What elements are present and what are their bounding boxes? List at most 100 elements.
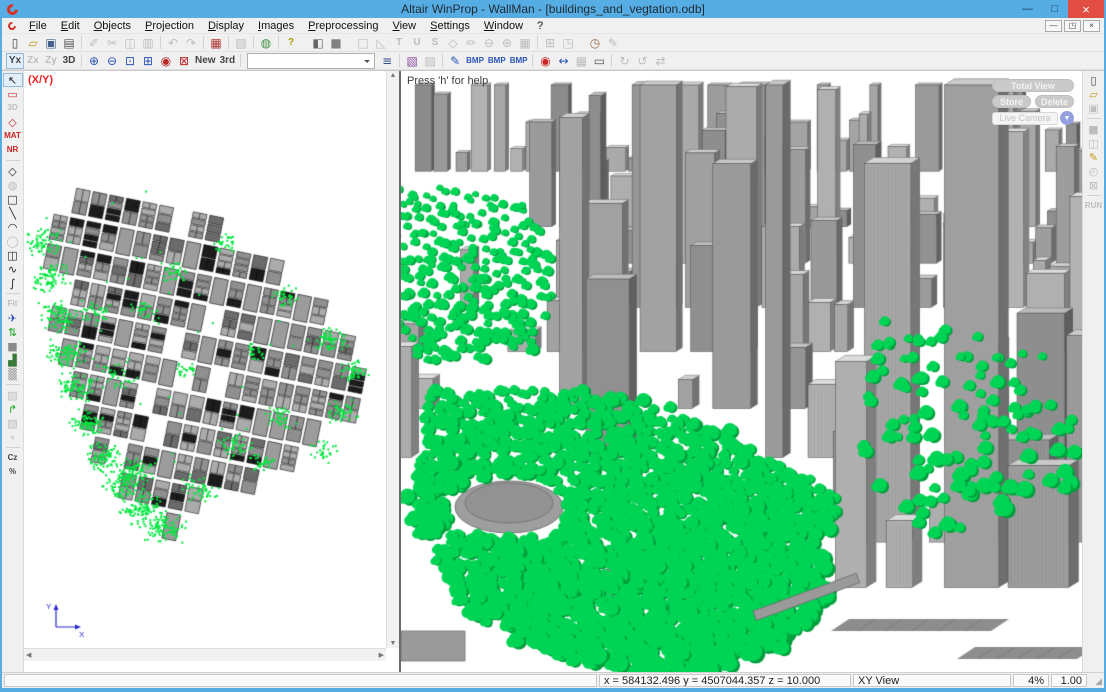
close-button[interactable]: × xyxy=(1068,0,1104,18)
open-file-button[interactable]: ▱ xyxy=(24,35,42,51)
horizontal-scrollbar[interactable]: ◀ ▶ xyxy=(24,648,386,661)
mdi-restore-button[interactable]: ◳ xyxy=(1064,20,1081,32)
cut-button[interactable]: ✂ xyxy=(103,35,121,51)
new-view-button[interactable]: New xyxy=(193,53,218,69)
rotate-ccw-button[interactable]: ↺ xyxy=(633,53,651,69)
knife-tool-button[interactable]: ✐ xyxy=(85,35,103,51)
bmp-save-button[interactable]: BMP xyxy=(508,53,530,69)
store-button[interactable]: Store xyxy=(992,95,1031,108)
menu-display[interactable]: Display xyxy=(201,19,251,33)
draw-ellipse-tool-button[interactable]: ◯ xyxy=(3,234,23,248)
edit-mode-button[interactable]: ✎ xyxy=(604,35,622,51)
draw-spline-tool-button[interactable]: ∫ xyxy=(3,276,23,290)
draw-arc-tool-button[interactable]: ◠ xyxy=(3,220,23,234)
menu-images[interactable]: Images xyxy=(251,19,301,33)
zoom-extend-button[interactable]: ⊞ xyxy=(139,53,157,69)
redo-button[interactable]: ↷ xyxy=(182,35,200,51)
scroll-right-icon[interactable]: ▶ xyxy=(377,650,386,660)
view-xy-button[interactable]: Yx xyxy=(6,53,24,69)
view-3d-canvas[interactable] xyxy=(401,71,1082,672)
preview-window-button[interactable]: ◳ xyxy=(559,35,577,51)
copy-button[interactable]: ◫ xyxy=(121,35,139,51)
live-camera-field[interactable]: Live Camera xyxy=(992,112,1058,125)
draw-lshape-button[interactable]: ◺ xyxy=(372,35,390,51)
panel-toggle-button[interactable]: ◧ xyxy=(309,35,327,51)
polygon-select-tool-button[interactable]: ◇ xyxy=(3,115,23,129)
draw-box-tool-button[interactable]: ◫ xyxy=(3,248,23,262)
bmp-export-button[interactable]: BMP xyxy=(464,53,486,69)
screenshot-button[interactable]: ▭ xyxy=(590,53,608,69)
edit-db-button[interactable]: ✎ xyxy=(1084,150,1104,164)
zoom-in-button[interactable]: ⊕ xyxy=(85,53,103,69)
settings-db-button[interactable]: ◴ xyxy=(1084,164,1104,178)
view-3d-tool-button[interactable]: 3D xyxy=(3,101,23,115)
time-control-button[interactable]: ◷ xyxy=(586,35,604,51)
pick-tool-button[interactable]: ✎ xyxy=(446,53,464,69)
total-view-button[interactable]: Total View xyxy=(992,79,1074,92)
building-tool-button[interactable]: ▟ xyxy=(3,353,23,367)
vegetation-height-button[interactable]: ⇅ xyxy=(3,325,23,339)
pattern-button[interactable]: ▧ xyxy=(3,416,23,430)
convert-db-button[interactable]: ◫ xyxy=(1084,136,1104,150)
draw-line-tool-button[interactable]: ╲ xyxy=(3,206,23,220)
draw-rectangle-button[interactable]: □ xyxy=(354,35,372,51)
menu-file[interactable]: File xyxy=(22,19,54,33)
menu-view[interactable]: View xyxy=(385,19,423,33)
bmp-copy-button[interactable]: BMP xyxy=(486,53,508,69)
draw-image-button[interactable]: ▦ xyxy=(516,35,534,51)
material-tool-button[interactable]: MAT xyxy=(3,129,23,143)
draw-polyline-tool-button[interactable]: ∿ xyxy=(3,262,23,276)
zoom-out-button[interactable]: ⊖ xyxy=(103,53,121,69)
flip-button[interactable]: ⇄ xyxy=(651,53,669,69)
draw-polygon-tool-button[interactable]: ◇ xyxy=(3,164,23,178)
draw-cylinder-button[interactable]: ⊖ xyxy=(480,35,498,51)
draw-ushape-button[interactable]: U xyxy=(408,35,426,51)
mdi-close-button[interactable]: × xyxy=(1083,20,1100,32)
percent-button[interactable]: % xyxy=(3,465,23,479)
object-select-combobox[interactable] xyxy=(247,53,375,69)
split-horizontal-button[interactable]: ⊞ xyxy=(541,35,559,51)
map-2d-canvas[interactable] xyxy=(24,71,386,648)
menu-settings[interactable]: Settings xyxy=(423,19,477,33)
camera-fly-button[interactable]: ✈ xyxy=(3,311,23,325)
new-file-button[interactable]: ▯ xyxy=(6,35,24,51)
draw-rectangle-tool-button[interactable]: □ xyxy=(3,192,23,206)
new-project-button[interactable]: ▯ xyxy=(1084,73,1104,87)
view-zy-button[interactable]: Zy xyxy=(42,53,60,69)
zoom-selection-button[interactable]: ◉ xyxy=(157,53,175,69)
draw-sshape-button[interactable]: S xyxy=(426,35,444,51)
paste-button[interactable]: ▥ xyxy=(139,35,157,51)
open-project-button[interactable]: ▱ xyxy=(1084,87,1104,101)
help-button[interactable]: ? xyxy=(282,35,300,51)
delete-button[interactable]: Delete xyxy=(1035,95,1074,108)
marker-button[interactable]: ◉ xyxy=(536,53,554,69)
scroll-down-icon[interactable]: ▼ xyxy=(388,639,399,648)
resize-grip[interactable]: ◢ xyxy=(1089,674,1102,687)
points-button[interactable]: ∘ xyxy=(3,430,23,444)
undo-button[interactable]: ↶ xyxy=(164,35,182,51)
layers-button[interactable]: ≡ xyxy=(378,53,396,69)
select-area-tool-button[interactable]: ▭ xyxy=(3,87,23,101)
menu-projection[interactable]: Projection xyxy=(138,19,201,33)
menu-preprocessing[interactable]: Preprocessing xyxy=(301,19,385,33)
view-3d-button[interactable]: 3D xyxy=(60,53,78,69)
view-xz-button[interactable]: Zx xyxy=(24,53,42,69)
terrain-tool-button[interactable]: ▒ xyxy=(3,367,23,381)
mdi-minimize-button[interactable]: — xyxy=(1045,20,1062,32)
grid-toggle-button[interactable]: ▦ xyxy=(572,53,590,69)
draw-sphere-button[interactable]: ⊕ xyxy=(498,35,516,51)
menu-edit[interactable]: Edit xyxy=(54,19,87,33)
number-tool-button[interactable]: NR xyxy=(3,143,23,157)
menu-window[interactable]: Window xyxy=(477,19,530,33)
print-button[interactable]: ▤ xyxy=(60,35,78,51)
select-tool-button[interactable]: ↖ xyxy=(3,73,23,87)
titlebar[interactable]: Altair WinProp - WallMan - [buildings_an… xyxy=(2,0,1104,18)
draw-line-button[interactable]: ✏ xyxy=(462,35,480,51)
fit-view-button[interactable]: Fit xyxy=(3,297,23,311)
measure-button[interactable]: ↔ xyxy=(554,53,572,69)
menu-objects[interactable]: Objects xyxy=(87,19,138,33)
display-options-button[interactable]: ◍ xyxy=(257,35,275,51)
save-button[interactable]: ▣ xyxy=(42,35,60,51)
live-camera-dropdown-button[interactable]: ▼ xyxy=(1060,111,1074,125)
image-colored-button[interactable]: ▧ xyxy=(403,53,421,69)
